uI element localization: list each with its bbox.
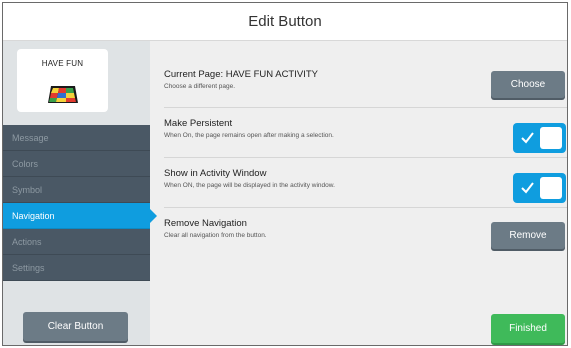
make-persistent-toggle[interactable] <box>513 123 566 153</box>
sidebar-item-settings[interactable]: Settings <box>3 255 150 281</box>
checkmark-icon <box>521 132 534 144</box>
button-preview-label: HAVE FUN <box>41 59 84 68</box>
clear-button[interactable]: Clear Button <box>23 312 128 341</box>
sidebar-item-label: Actions <box>12 237 42 247</box>
activity-window-desc: When ON, the page will be displayed in t… <box>164 182 335 189</box>
dialog-title: Edit Button <box>3 3 567 41</box>
make-persistent-row: Make Persistent When On, the page remain… <box>164 118 567 139</box>
edit-button-dialog: Edit Button HAVE FUN Message Colors Symb… <box>2 2 568 346</box>
sidebar-nav: Message Colors Symbol Navigation Actions… <box>3 125 157 281</box>
sidebar-item-label: Colors <box>12 159 39 169</box>
sidebar-item-label: Navigation <box>12 211 55 221</box>
sidebar-item-navigation[interactable]: Navigation <box>3 203 157 229</box>
remove-button[interactable]: Remove <box>491 222 565 249</box>
navigation-settings: Current Page: HAVE FUN ACTIVITY Choose a… <box>150 41 567 345</box>
sidebar-item-symbol[interactable]: Symbol <box>3 177 150 203</box>
activity-window-toggle[interactable] <box>513 173 566 203</box>
make-persistent-title: Make Persistent <box>164 118 233 129</box>
divider <box>164 157 567 158</box>
activity-window-title: Show in Activity Window <box>164 168 267 179</box>
sidebar-item-label: Message <box>12 133 49 143</box>
sidebar-item-label: Settings <box>12 263 45 273</box>
sidebar-item-colors[interactable]: Colors <box>3 151 150 177</box>
sidebar-item-label: Symbol <box>12 185 43 195</box>
sidebar-item-message[interactable]: Message <box>3 125 150 151</box>
finished-button[interactable]: Finished <box>491 314 565 343</box>
activity-window-row: Show in Activity Window When ON, the pag… <box>164 168 567 189</box>
sidebar: HAVE FUN Message Colors Symbol Navigatio… <box>3 41 157 345</box>
divider <box>164 207 567 208</box>
divider <box>164 107 567 108</box>
toggle-knob <box>540 127 562 149</box>
colorful-mat-icon <box>48 86 78 103</box>
make-persistent-desc: When On, the page remains open after mak… <box>164 132 334 139</box>
button-preview: HAVE FUN <box>17 49 108 112</box>
choose-button[interactable]: Choose <box>491 71 565 98</box>
toggle-knob <box>540 177 562 199</box>
sidebar-item-actions[interactable]: Actions <box>3 229 150 255</box>
checkmark-icon <box>521 182 534 194</box>
